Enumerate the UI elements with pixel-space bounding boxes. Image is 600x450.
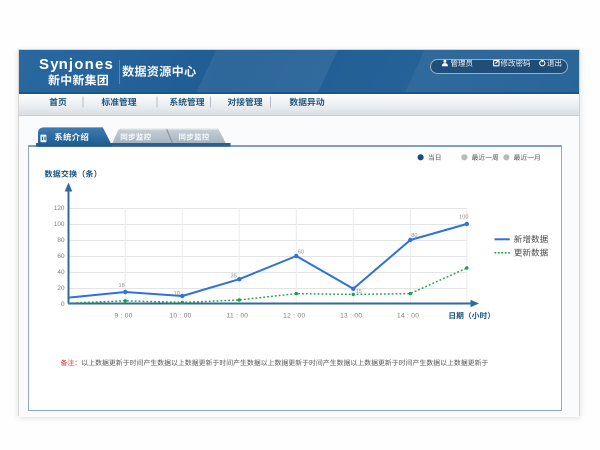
svg-text:20: 20 (57, 285, 65, 292)
svg-text:100: 100 (54, 221, 65, 228)
svg-text:120: 120 (54, 205, 65, 212)
svg-text:0: 0 (61, 301, 65, 308)
svg-text:11 : 00: 11 : 00 (227, 313, 249, 320)
svg-text:13 : 00: 13 : 00 (340, 313, 362, 320)
svg-text:12 : 00: 12 : 00 (283, 313, 305, 320)
svg-text:14 : 00: 14 : 00 (397, 313, 419, 320)
svg-text:10: 10 (174, 291, 180, 297)
svg-text:35: 35 (231, 274, 237, 280)
svg-text:9 : 00: 9 : 00 (114, 313, 132, 320)
svg-text:18: 18 (118, 283, 124, 289)
svg-text:15: 15 (356, 289, 362, 295)
svg-text:100: 100 (459, 215, 468, 221)
svg-text:80: 80 (57, 237, 65, 244)
svg-text:60: 60 (57, 253, 65, 260)
svg-text:80: 80 (411, 233, 417, 239)
svg-text:60: 60 (298, 250, 304, 256)
svg-text:10 : 00: 10 : 00 (169, 313, 191, 320)
svg-text:40: 40 (57, 269, 65, 276)
